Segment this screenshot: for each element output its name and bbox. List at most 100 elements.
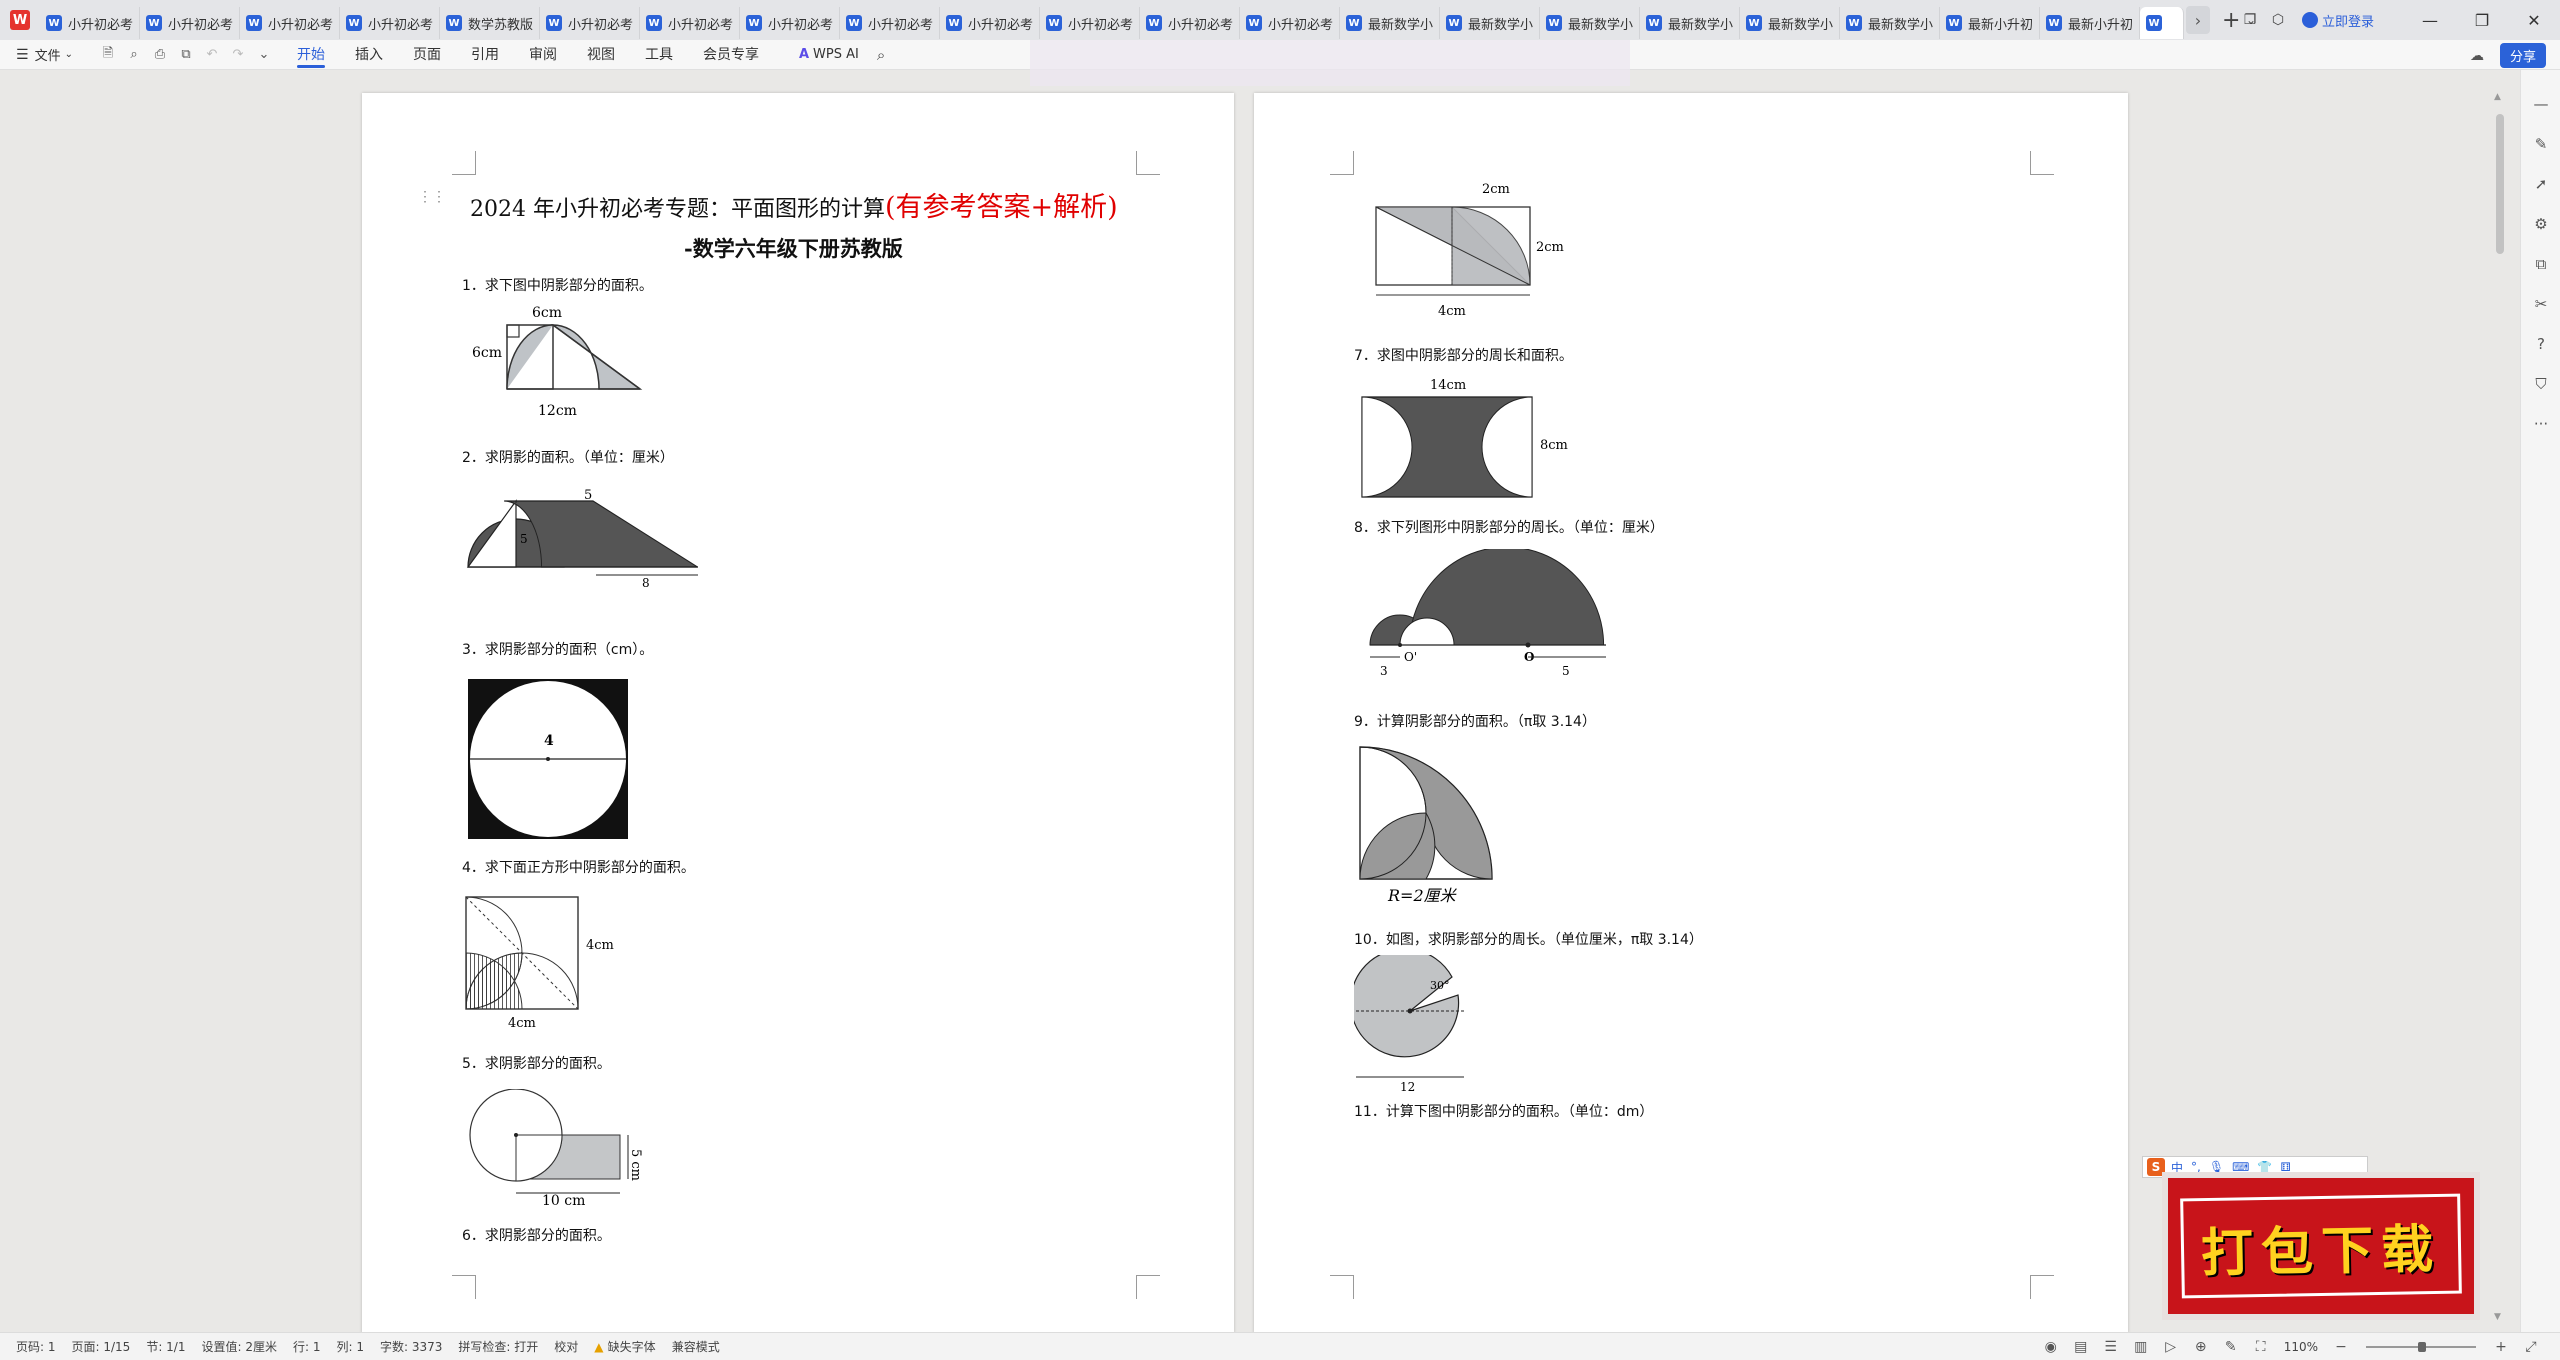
document-tab[interactable]: W 小升初必考 bbox=[1140, 7, 1240, 39]
more-icon[interactable]: ··· bbox=[2521, 404, 2560, 444]
document-tab[interactable]: W 小升初必考 bbox=[640, 7, 740, 39]
document-tab[interactable]: W 小升初必考 bbox=[140, 7, 240, 39]
page-view-icon[interactable]: ▤ bbox=[2066, 1339, 2096, 1355]
collapse-icon[interactable]: — bbox=[2521, 84, 2560, 124]
fit-page-icon[interactable]: ⛶ bbox=[2246, 1339, 2276, 1355]
fig-label: 14cm bbox=[1430, 378, 1466, 393]
document-tab[interactable]: W 最新数学小 bbox=[1840, 7, 1940, 39]
ribbon-tab[interactable]: 视图 bbox=[587, 40, 615, 70]
pen-icon[interactable]: ✎ bbox=[2521, 124, 2560, 164]
status-proof[interactable]: 校对 bbox=[554, 1338, 578, 1355]
play-icon[interactable]: ▷ bbox=[2156, 1339, 2186, 1355]
sliders-icon[interactable]: ⚙ bbox=[2521, 204, 2560, 244]
document-tab[interactable]: W 小升初必考 bbox=[840, 7, 940, 39]
word-doc-icon: W bbox=[146, 15, 162, 31]
web-view-icon[interactable]: ⊕ bbox=[2186, 1339, 2216, 1355]
figure-8: O' O 3 5 bbox=[1369, 549, 1606, 678]
document-tab[interactable]: W 小升初必考 bbox=[40, 7, 140, 39]
wps-ai-button[interactable]: A WPS AI bbox=[799, 47, 859, 62]
tools-icon[interactable]: ✂ bbox=[2521, 284, 2560, 324]
ribbon-tab[interactable]: 开始 bbox=[296, 40, 325, 70]
restore-button[interactable]: ❐ bbox=[2456, 11, 2508, 30]
share-label: 分享 bbox=[2509, 50, 2536, 65]
zoom-level[interactable]: 110% bbox=[2284, 1340, 2318, 1354]
tab-scroll-right-button[interactable]: › bbox=[2186, 6, 2210, 34]
document-tab[interactable]: W 小升初必考 bbox=[540, 7, 640, 39]
redo-icon[interactable]: ↷ bbox=[225, 47, 251, 62]
scroll-up-icon[interactable]: ▲ bbox=[2494, 92, 2501, 102]
pen-mode-icon[interactable]: ✎ bbox=[2216, 1339, 2246, 1355]
file-menu[interactable]: ☰ 文件 ⌄ bbox=[16, 45, 73, 65]
zoom-in-icon[interactable]: + bbox=[2486, 1339, 2516, 1355]
figure-2: 5 5 8 bbox=[466, 488, 698, 587]
zoom-out-icon[interactable]: − bbox=[2326, 1339, 2356, 1355]
status-section[interactable]: 节: 1/1 bbox=[146, 1338, 185, 1355]
document-page-2[interactable]: 2cm 2cm 4cm 7．求图中阴影部分的周长和面积。 14cm 8cm 8．… bbox=[1254, 93, 2128, 1333]
minimize-button[interactable]: — bbox=[2404, 11, 2456, 30]
ribbon-tab[interactable]: 审阅 bbox=[529, 40, 557, 70]
document-tab[interactable]: W 最新小升初 bbox=[1940, 7, 2040, 39]
status-pages[interactable]: 页面: 1/15 bbox=[72, 1338, 131, 1355]
undo-icon[interactable]: ↶ bbox=[199, 47, 225, 62]
cloud-sync-icon[interactable]: ☁ bbox=[2470, 48, 2484, 64]
status-spell-check[interactable]: 拼写检查: 打开 bbox=[458, 1338, 538, 1355]
split-view-icon[interactable]: ▥ bbox=[2126, 1339, 2156, 1355]
wps-logo[interactable]: W bbox=[0, 0, 40, 40]
outline-view-icon[interactable]: ☰ bbox=[2096, 1339, 2126, 1355]
document-tab[interactable]: W 最新数学小 bbox=[1740, 7, 1840, 39]
document-tab[interactable]: W 最新数学小 bbox=[1440, 7, 1540, 39]
close-window-button[interactable]: ✕ bbox=[2508, 11, 2560, 30]
download-banner[interactable]: 打包下载 bbox=[2162, 1172, 2480, 1320]
help-icon[interactable]: ? bbox=[2521, 324, 2560, 364]
document-page-1[interactable]: ⋮⋮ 2024 年小升初必考专题：平面图形的计算(有参考答案+解析) -数学六年… bbox=[362, 93, 1234, 1333]
status-page-number[interactable]: 页码: 1 bbox=[16, 1338, 56, 1355]
print-preview-icon[interactable]: ⧉ bbox=[173, 47, 199, 62]
search-icon[interactable]: ⌕ bbox=[877, 46, 885, 64]
status-missing-font[interactable]: ▲ 缺失字体 bbox=[594, 1338, 655, 1355]
document-tab[interactable]: W 小升初必考 bbox=[340, 7, 440, 39]
document-tab[interactable]: W 小升初必考 bbox=[940, 7, 1040, 39]
document-tab[interactable]: W 小升初必考 bbox=[240, 7, 340, 39]
ribbon-tab[interactable]: 页面 bbox=[413, 40, 441, 70]
fullscreen-icon[interactable]: ⤢ bbox=[2516, 1339, 2546, 1355]
document-tab[interactable]: W 小升初必考 bbox=[1240, 7, 1340, 39]
ribbon-tab[interactable]: 工具 bbox=[645, 40, 673, 70]
window-layout-icon[interactable]: ❐ bbox=[2236, 12, 2264, 28]
status-row[interactable]: 行: 1 bbox=[293, 1338, 321, 1355]
document-tab[interactable]: W 数学苏教版 bbox=[440, 7, 540, 39]
more-chevron-icon[interactable]: ⌄ bbox=[251, 47, 277, 62]
login-button[interactable]: 立即登录 bbox=[2301, 11, 2374, 30]
document-tab[interactable]: W 小升初必考 bbox=[740, 7, 840, 39]
scroll-thumb[interactable] bbox=[2496, 114, 2504, 254]
document-tab[interactable]: W 最新数学小 bbox=[1640, 7, 1740, 39]
ribbon-tab[interactable]: 插入 bbox=[355, 40, 383, 70]
zoom-slider[interactable] bbox=[2366, 1342, 2476, 1352]
margin-mark bbox=[452, 1275, 476, 1299]
status-col[interactable]: 列: 1 bbox=[336, 1338, 364, 1355]
ribbon-tab[interactable]: 会员专享 bbox=[703, 40, 759, 70]
share-doc-icon[interactable]: ⧉ bbox=[2521, 244, 2560, 284]
document-tab[interactable]: W 最新数学小 bbox=[1340, 7, 1440, 39]
cursor-icon[interactable]: ➚ bbox=[2521, 164, 2560, 204]
cube-icon[interactable]: ⬡ bbox=[2264, 12, 2292, 28]
print-icon[interactable]: ⎙ bbox=[147, 47, 173, 62]
document-tab[interactable]: W 小升初必考 bbox=[1040, 7, 1140, 39]
share-button[interactable]: 分享 bbox=[2499, 43, 2546, 68]
vertical-scrollbar[interactable]: ▲ ▼ bbox=[2488, 70, 2512, 1332]
document-tab[interactable]: W 最新小升初 bbox=[2040, 7, 2140, 39]
save-icon[interactable]: 🗎 bbox=[95, 44, 121, 66]
status-compat-mode[interactable]: 兼容模式 bbox=[672, 1338, 720, 1355]
figure-7: 14cm 8cm bbox=[1361, 378, 1568, 498]
shirt-icon[interactable]: ⛉ bbox=[2521, 364, 2560, 404]
tab-label: 最新数学小 bbox=[1868, 17, 1934, 33]
eye-icon[interactable]: ◉ bbox=[2036, 1339, 2066, 1355]
tab-active[interactable]: W bbox=[2140, 7, 2184, 39]
status-word-count[interactable]: 字数: 3373 bbox=[380, 1338, 442, 1355]
scroll-down-icon[interactable]: ▼ bbox=[2494, 1312, 2501, 1322]
format-painter-icon[interactable]: ⌕ bbox=[121, 47, 147, 62]
document-tab[interactable]: W 最新数学小 bbox=[1540, 7, 1640, 39]
status-setting[interactable]: 设置值: 2厘米 bbox=[201, 1338, 277, 1355]
paragraph-drag-handle-icon[interactable]: ⋮⋮ bbox=[418, 189, 446, 205]
ribbon-tab[interactable]: 引用 bbox=[471, 40, 499, 70]
tab-label: 最新数学小 bbox=[1368, 17, 1434, 33]
